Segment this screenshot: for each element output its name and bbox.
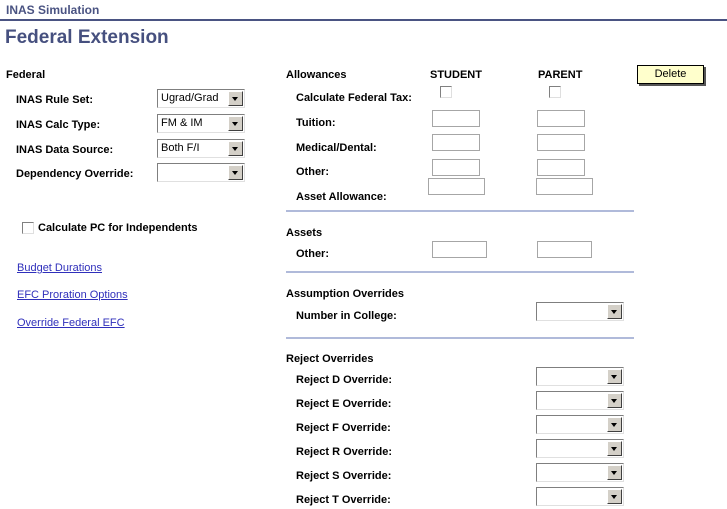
- chevron-down-icon[interactable]: [607, 369, 622, 384]
- inas-calc-type-select[interactable]: FM & IM: [157, 114, 245, 133]
- inas-calc-type-label: INAS Calc Type:: [16, 119, 101, 131]
- assets-other-label: Other:: [296, 248, 329, 260]
- reject-e-override-label: Reject E Override:: [296, 398, 392, 410]
- chevron-down-icon[interactable]: [607, 304, 622, 319]
- chevron-down-icon[interactable]: [228, 91, 243, 106]
- federal-section-heading: Federal: [6, 69, 46, 81]
- reject-t-override-label: Reject T Override:: [296, 494, 391, 506]
- calculate-federal-tax-student-checkbox[interactable]: [440, 86, 452, 98]
- inas-data-source-value: Both F/I: [161, 142, 200, 154]
- chevron-down-icon[interactable]: [228, 116, 243, 131]
- section-divider: [286, 210, 634, 212]
- efc-proration-options-link[interactable]: EFC Proration Options: [17, 289, 128, 301]
- inas-rule-set-value: Ugrad/Grad: [161, 92, 219, 104]
- page-title: Federal Extension: [5, 27, 169, 48]
- chevron-down-icon[interactable]: [607, 417, 622, 432]
- calculate-pc-checkbox[interactable]: [22, 222, 34, 234]
- chevron-down-icon[interactable]: [228, 165, 243, 180]
- header-divider: [0, 19, 727, 21]
- calculate-federal-tax-parent-checkbox[interactable]: [549, 86, 561, 98]
- tuition-student-input[interactable]: [432, 110, 480, 127]
- reject-r-override-select[interactable]: [536, 439, 624, 458]
- column-header-parent: PARENT: [538, 69, 583, 81]
- assets-section-heading: Assets: [286, 227, 323, 239]
- section-divider: [286, 271, 634, 273]
- asset-allowance-parent-input[interactable]: [536, 178, 593, 195]
- inas-rule-set-label: INAS Rule Set:: [16, 94, 94, 106]
- dependency-override-select[interactable]: [157, 163, 245, 182]
- reject-t-override-select[interactable]: [536, 487, 624, 506]
- other-allowance-label: Other:: [296, 166, 329, 178]
- inas-data-source-label: INAS Data Source:: [16, 144, 114, 156]
- other-allowance-parent-input[interactable]: [537, 159, 585, 176]
- reject-s-override-select[interactable]: [536, 463, 624, 482]
- reject-r-override-label: Reject R Override:: [296, 446, 392, 458]
- inas-calc-type-value: FM & IM: [161, 117, 203, 129]
- reject-d-override-select[interactable]: [536, 367, 624, 386]
- inas-data-source-select[interactable]: Both F/I: [157, 139, 245, 158]
- number-in-college-label: Number in College:: [296, 310, 397, 322]
- allowances-section-heading: Allowances: [286, 69, 347, 81]
- reject-s-override-label: Reject S Override:: [296, 470, 392, 482]
- chevron-down-icon[interactable]: [607, 393, 622, 408]
- other-allowance-student-input[interactable]: [432, 159, 480, 176]
- tuition-parent-input[interactable]: [537, 110, 585, 127]
- chevron-down-icon[interactable]: [607, 441, 622, 456]
- asset-allowance-label: Asset Allowance:: [296, 191, 387, 203]
- calculate-pc-label: Calculate PC for Independents: [38, 222, 198, 234]
- calculate-federal-tax-label: Calculate Federal Tax:: [296, 92, 412, 104]
- medical-dental-student-input[interactable]: [432, 134, 480, 151]
- breadcrumb: INAS Simulation: [6, 3, 100, 17]
- assets-other-parent-input[interactable]: [537, 241, 592, 258]
- reject-d-override-label: Reject D Override:: [296, 374, 392, 386]
- budget-durations-link[interactable]: Budget Durations: [17, 262, 102, 274]
- chevron-down-icon[interactable]: [607, 465, 622, 480]
- tuition-label: Tuition:: [296, 117, 336, 129]
- section-divider: [286, 337, 634, 339]
- reject-f-override-label: Reject F Override:: [296, 422, 391, 434]
- assets-other-student-input[interactable]: [432, 241, 487, 258]
- inas-rule-set-select[interactable]: Ugrad/Grad: [157, 89, 245, 108]
- medical-dental-label: Medical/Dental:: [296, 142, 377, 154]
- chevron-down-icon[interactable]: [607, 489, 622, 504]
- override-federal-efc-link[interactable]: Override Federal EFC: [17, 317, 125, 329]
- dependency-override-label: Dependency Override:: [16, 168, 134, 180]
- chevron-down-icon[interactable]: [228, 141, 243, 156]
- assumption-overrides-heading: Assumption Overrides: [286, 288, 404, 300]
- reject-f-override-select[interactable]: [536, 415, 624, 434]
- reject-e-override-select[interactable]: [536, 391, 624, 410]
- asset-allowance-student-input[interactable]: [428, 178, 485, 195]
- reject-overrides-heading: Reject Overrides: [286, 353, 374, 365]
- number-in-college-select[interactable]: [536, 302, 624, 321]
- medical-dental-parent-input[interactable]: [537, 134, 585, 151]
- delete-button[interactable]: Delete: [637, 65, 704, 84]
- column-header-student: STUDENT: [430, 69, 482, 81]
